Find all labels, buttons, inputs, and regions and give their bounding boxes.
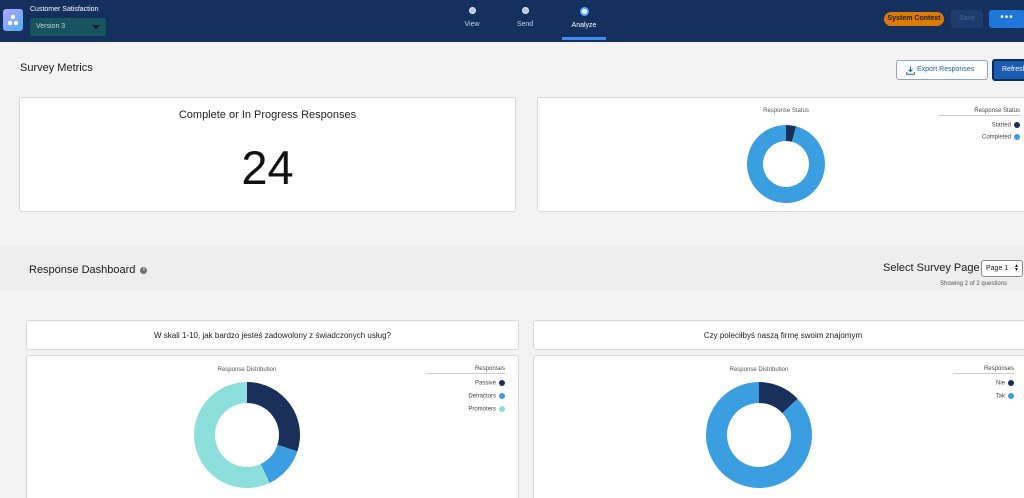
- download-icon: [906, 66, 915, 75]
- top-bar: Customer Satisfaction Version 3 View Sen…: [0, 0, 1024, 42]
- donut-slice-passive[interactable]: [247, 382, 300, 452]
- chart-title: Response Distribution: [217, 367, 277, 373]
- legend-item-detractors: Detractors: [427, 393, 505, 400]
- chart-title: Response Distribution: [729, 367, 789, 373]
- app-icon: [3, 9, 23, 31]
- step-analyze[interactable]: Analyze: [554, 7, 614, 29]
- legend-item-completed: Completed: [938, 134, 1020, 141]
- export-responses-label: Export Responses: [917, 66, 975, 73]
- legend-title: Responses: [427, 366, 505, 374]
- updown-arrows-icon: ▲ ▼: [1014, 263, 1019, 273]
- refresh-button[interactable]: Refresh: [992, 59, 1024, 81]
- legend-label: Passive: [474, 380, 496, 387]
- response-distribution-donut: [706, 382, 812, 488]
- survey-metrics-title: Survey Metrics: [20, 62, 93, 74]
- step-dot-icon: [521, 7, 529, 14]
- legend-label: Detractors: [468, 393, 496, 400]
- save-button[interactable]: Save: [951, 10, 983, 28]
- response-distribution-donut: [194, 382, 300, 488]
- legend-label: Started: [991, 122, 1011, 129]
- response-dashboard-label: Response Dashboard: [29, 264, 136, 276]
- response-status-donut: [747, 125, 825, 203]
- question-2-header: Czy poleciłbyś naszą firmę swoim znajomy…: [533, 320, 1024, 350]
- question-1-card: Response Distribution Responses Passive …: [26, 355, 519, 498]
- chevron-down-icon: [92, 25, 100, 29]
- info-icon[interactable]: i: [140, 266, 148, 274]
- system-context-badge: System Context: [884, 12, 944, 26]
- response-status-card: Response Status Response Status Started …: [537, 97, 1024, 212]
- legend-swatch: [1014, 134, 1020, 140]
- legend-title: Responses: [954, 366, 1014, 374]
- version-select[interactable]: Version 3: [30, 18, 106, 36]
- step-view-label: View: [464, 21, 480, 28]
- response-dashboard-title: Response Dashboard i: [29, 264, 148, 276]
- chart-title: Response Status: [763, 108, 809, 114]
- legend-swatch: [499, 380, 505, 386]
- response-count-value: 24: [241, 141, 294, 194]
- survey-page-value: Page 1: [986, 265, 1009, 272]
- legend-item-tak: Tak: [954, 393, 1014, 400]
- step-dot-icon: [468, 7, 476, 14]
- step-send-label: Send: [516, 21, 534, 28]
- legend-label: Nie: [995, 380, 1005, 387]
- question-1-header: W skali 1-10, jak bardzo jesteś zadowolo…: [26, 320, 519, 350]
- legend-item-started: Started: [938, 122, 1020, 129]
- active-step-indicator: [562, 37, 606, 40]
- legend-swatch: [499, 393, 505, 399]
- legend-item-promoters: Promoters: [427, 406, 505, 413]
- question-2-card: Response Distribution Responses Nie Tak: [533, 355, 1024, 498]
- response-count-label: Complete or In Progress Responses: [178, 109, 357, 121]
- response-count-card: Complete or In Progress Responses 24: [19, 97, 516, 212]
- step-view[interactable]: View: [442, 7, 502, 28]
- dashboard-band: [0, 247, 1024, 291]
- more-actions-button[interactable]: •••: [989, 10, 1024, 28]
- showing-questions-text: Showing 2 of 2 questions: [940, 281, 1008, 287]
- legend-label: Promoters: [468, 406, 496, 413]
- step-send[interactable]: Send: [495, 7, 555, 28]
- select-survey-page-label: Select Survey Page: [883, 262, 980, 274]
- survey-page-select[interactable]: Page 1 ▲ ▼: [981, 260, 1023, 277]
- legend-swatch: [1008, 393, 1014, 399]
- legend-title: Response Status: [938, 108, 1020, 116]
- step-dot-icon: [579, 7, 589, 16]
- legend-item-nie: Nie: [954, 380, 1014, 387]
- legend-label: Completed: [981, 134, 1011, 141]
- legend-swatch: [499, 406, 505, 412]
- donut-slice-completed[interactable]: [747, 125, 825, 203]
- legend-swatch: [1008, 380, 1014, 386]
- export-responses-button[interactable]: Export Responses: [896, 60, 988, 80]
- app-title: Customer Satisfaction: [30, 6, 99, 13]
- legend-item-passive: Passive: [427, 380, 505, 387]
- step-analyze-label: Analyze: [571, 22, 597, 29]
- legend-swatch: [1014, 122, 1020, 128]
- version-select-value: Version 3: [36, 23, 66, 30]
- legend-label: Tak: [995, 393, 1005, 400]
